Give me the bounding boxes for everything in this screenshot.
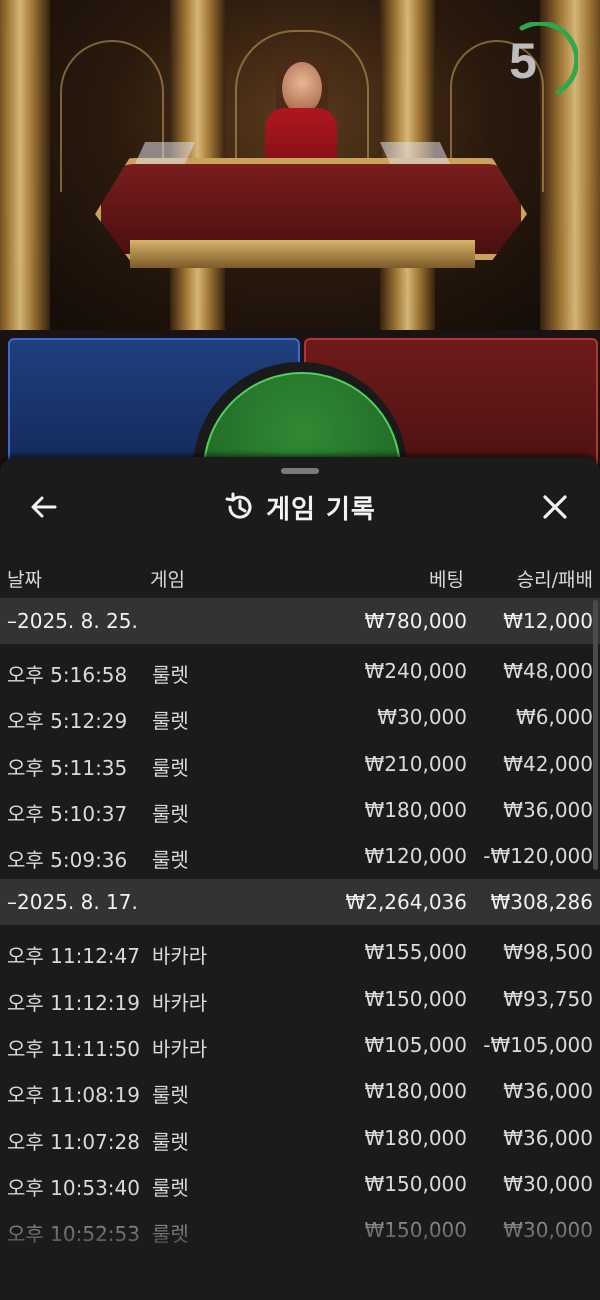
row-bet: ₩150,000 bbox=[364, 1171, 467, 1196]
drag-handle[interactable] bbox=[281, 468, 319, 474]
row-bet: ₩240,000 bbox=[364, 659, 467, 683]
group-result-total: ₩12,000 bbox=[503, 609, 593, 633]
row-game: 바카라 bbox=[152, 1037, 208, 1062]
panel-title: 게임 기록 bbox=[266, 494, 376, 525]
row-bet: ₩210,000 bbox=[364, 751, 467, 776]
row-game: 바카라 bbox=[152, 944, 208, 969]
row-result: ₩98,500 bbox=[503, 940, 593, 965]
date-group-row[interactable]: –2025. 8. 25. ₩780,000 ₩12,000 bbox=[0, 598, 600, 644]
row-game: 룰렛 bbox=[152, 755, 189, 780]
row-result: ₩36,000 bbox=[503, 1125, 593, 1150]
row-time: 오후 5:11:35 bbox=[7, 755, 128, 780]
row-game: 바카라 bbox=[152, 990, 208, 1015]
row-time: 오후 11:07:28 bbox=[7, 1129, 140, 1154]
row-time: 오후 5:10:37 bbox=[7, 801, 128, 826]
row-time: 오후 11:12:19 bbox=[7, 990, 140, 1015]
row-game: 룰렛 bbox=[152, 1175, 189, 1200]
row-result: ₩48,000 bbox=[503, 659, 593, 683]
table-header: 날짜 게임 베팅 승리/패배 bbox=[0, 557, 600, 597]
row-game: 룰렛 bbox=[152, 1083, 189, 1108]
column-bet[interactable]: 베팅 bbox=[429, 565, 464, 592]
timer-value: 5 bbox=[509, 33, 537, 89]
row-bet: ₩150,000 bbox=[364, 1218, 467, 1243]
row-time: 오후 11:08:19 bbox=[7, 1083, 140, 1108]
history-row[interactable]: 오후 11:11:50 바카라 ₩105,000 -₩105,000 bbox=[0, 1022, 600, 1068]
card-shoe bbox=[134, 142, 196, 164]
row-result: -₩105,000 bbox=[483, 1033, 593, 1058]
row-bet: ₩30,000 bbox=[377, 705, 467, 730]
group-date: –2025. 8. 17. bbox=[7, 890, 138, 915]
history-row[interactable]: 오후 5:09:36 룰렛 ₩120,000 -₩120,000 bbox=[0, 833, 600, 879]
history-clock-icon bbox=[225, 492, 252, 519]
column-result[interactable]: 승리/패배 bbox=[517, 565, 593, 592]
group-bet-total: ₩780,000 bbox=[364, 609, 467, 633]
row-time: 오후 5:12:29 bbox=[7, 709, 128, 734]
betting-board bbox=[0, 330, 600, 576]
history-row[interactable]: 오후 5:11:35 룰렛 ₩210,000 ₩42,000 bbox=[0, 741, 600, 787]
column-date[interactable]: 날짜 bbox=[7, 565, 42, 592]
row-time: 오후 5:09:36 bbox=[7, 848, 128, 873]
row-result: ₩6,000 bbox=[515, 705, 593, 730]
row-time: 오후 10:52:53 bbox=[7, 1222, 140, 1247]
row-bet: ₩180,000 bbox=[364, 797, 467, 822]
group-result-total: ₩308,286 bbox=[490, 890, 593, 915]
row-game: 룰렛 bbox=[152, 1222, 189, 1247]
row-time: 오후 10:53:40 bbox=[7, 1175, 140, 1200]
row-time: 오후 11:12:47 bbox=[7, 944, 140, 969]
back-button[interactable] bbox=[22, 485, 66, 529]
row-game: 룰렛 bbox=[152, 709, 189, 734]
countdown-timer: 5 bbox=[500, 20, 580, 100]
history-row[interactable]: 오후 11:12:19 바카라 ₩150,000 ₩93,750 bbox=[0, 976, 600, 1022]
history-row[interactable]: 오후 10:53:40 룰렛 ₩150,000 ₩30,000 bbox=[0, 1161, 600, 1207]
history-list: –2025. 8. 25. ₩780,000 ₩12,000 오후 5:16:5… bbox=[0, 598, 600, 1254]
card-shoe bbox=[379, 142, 451, 164]
row-bet: ₩120,000 bbox=[364, 844, 467, 869]
row-bet: ₩150,000 bbox=[364, 986, 467, 1011]
row-bet: ₩180,000 bbox=[364, 1125, 467, 1150]
scrollbar[interactable] bbox=[593, 600, 598, 870]
history-row[interactable]: 오후 11:07:28 룰렛 ₩180,000 ₩36,000 bbox=[0, 1115, 600, 1161]
row-game: 룰렛 bbox=[152, 848, 189, 873]
row-result: ₩42,000 bbox=[503, 751, 593, 776]
dealer-face bbox=[282, 62, 322, 114]
row-bet: ₩105,000 bbox=[364, 1033, 467, 1058]
table-base bbox=[130, 240, 475, 268]
row-game: 룰렛 bbox=[152, 801, 189, 826]
history-row[interactable]: 오후 5:12:29 룰렛 ₩30,000 ₩6,000 bbox=[0, 694, 600, 740]
row-game: 룰렛 bbox=[152, 663, 189, 687]
panel-title-wrap: 게임 기록 bbox=[0, 479, 600, 535]
row-time: 오후 5:16:58 bbox=[7, 663, 128, 687]
game-history-panel: 게임 기록 날짜 게임 베팅 승리/패배 –2025. 8. 25. ₩780,… bbox=[0, 457, 600, 1300]
close-icon bbox=[543, 495, 567, 519]
history-row[interactable]: 오후 10:52:53 룰렛 ₩150,000 ₩30,000 bbox=[0, 1207, 600, 1253]
history-row[interactable]: 오후 11:08:19 룰렛 ₩180,000 ₩36,000 bbox=[0, 1068, 600, 1114]
history-row[interactable]: 오후 5:10:37 룰렛 ₩180,000 ₩36,000 bbox=[0, 787, 600, 833]
group-date: –2025. 8. 25. bbox=[7, 609, 138, 633]
pillar bbox=[0, 0, 50, 340]
date-group-row[interactable]: –2025. 8. 17. ₩2,264,036 ₩308,286 bbox=[0, 879, 600, 926]
group-bet-total: ₩2,264,036 bbox=[345, 890, 467, 915]
row-time: 오후 11:11:50 bbox=[7, 1037, 140, 1062]
row-result: ₩93,750 bbox=[503, 986, 593, 1011]
row-result: ₩36,000 bbox=[503, 1079, 593, 1104]
row-result: ₩30,000 bbox=[503, 1171, 593, 1196]
history-row[interactable]: 오후 5:16:58 룰렛 ₩240,000 ₩48,000 bbox=[0, 648, 600, 694]
close-button[interactable] bbox=[533, 485, 577, 529]
arrow-left-icon bbox=[31, 496, 57, 518]
live-video-stream: 5 bbox=[0, 0, 600, 340]
row-result: ₩36,000 bbox=[503, 797, 593, 822]
panel-header: 게임 기록 bbox=[0, 479, 600, 535]
history-row[interactable]: 오후 11:12:47 바카라 ₩155,000 ₩98,500 bbox=[0, 929, 600, 975]
row-result: ₩30,000 bbox=[503, 1218, 593, 1243]
row-bet: ₩180,000 bbox=[364, 1079, 467, 1104]
row-result: -₩120,000 bbox=[483, 844, 593, 869]
row-game: 룰렛 bbox=[152, 1129, 189, 1154]
row-bet: ₩155,000 bbox=[364, 940, 467, 965]
column-game[interactable]: 게임 bbox=[150, 565, 185, 592]
